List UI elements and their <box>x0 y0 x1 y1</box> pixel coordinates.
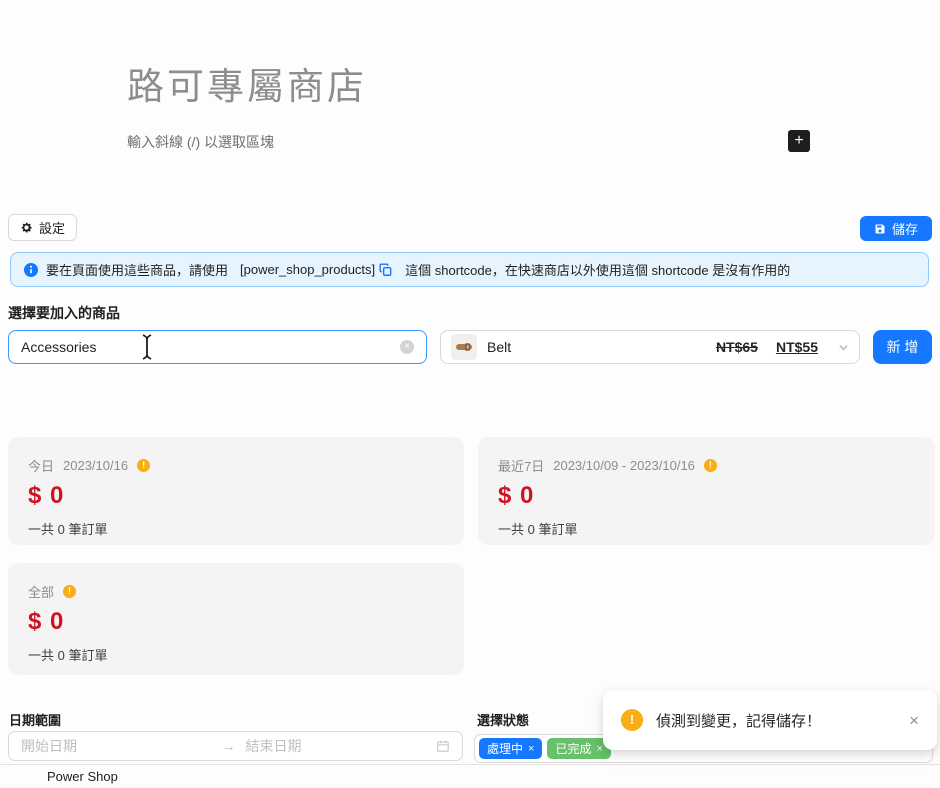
calendar-icon <box>436 739 450 753</box>
warning-icon[interactable]: ! <box>704 459 717 472</box>
stat-orders: 一共 0 筆訂單 <box>28 645 444 664</box>
stat-date: 2023/10/16 <box>63 458 128 473</box>
stat-label: 今日 <box>28 456 54 475</box>
stat-card-today: 今日 2023/10/16 ! $ 0 一共 0 筆訂單 <box>8 437 464 545</box>
save-label: 儲存 <box>892 219 918 238</box>
date-range-picker[interactable]: 開始日期 → 結束日期 <box>8 731 463 761</box>
stat-amount: $ 0 <box>28 482 444 510</box>
product-name: Belt <box>487 339 706 355</box>
stat-card-all: 全部 ! $ 0 一共 0 筆訂單 <box>8 563 464 675</box>
stat-amount: $ 0 <box>28 608 444 636</box>
stat-orders: 一共 0 筆訂單 <box>498 519 915 538</box>
stat-orders: 一共 0 筆訂單 <box>28 519 444 538</box>
status-filter-label: 選擇狀態 <box>477 710 529 729</box>
add-block-button[interactable]: + <box>788 130 810 152</box>
start-date-input[interactable]: 開始日期 <box>21 736 212 756</box>
settings-label: 設定 <box>39 218 65 237</box>
product-price-original: NT$65 <box>716 339 758 355</box>
status-tag-completed[interactable]: 已完成 × <box>547 738 610 759</box>
warning-icon[interactable]: ! <box>63 585 76 598</box>
stat-amount: $ 0 <box>498 482 915 510</box>
product-search-box[interactable]: × <box>8 330 427 364</box>
status-tag-label: 處理中 <box>487 740 523 757</box>
page-title[interactable]: 路可專屬商店 <box>127 56 367 110</box>
unsaved-changes-toast: ! 偵測到變更，記得儲存！ × <box>603 690 937 750</box>
stat-label: 全部 <box>28 582 54 601</box>
settings-button[interactable]: 設定 <box>8 214 77 241</box>
product-picker-label: 選擇要加入的商品 <box>8 303 120 323</box>
info-icon <box>24 263 38 277</box>
selected-product-dropdown[interactable]: Belt NT$65 NT$55 <box>440 330 860 364</box>
clear-search-icon[interactable]: × <box>400 340 414 354</box>
stat-date: 2023/10/09 - 2023/10/16 <box>553 458 695 473</box>
arrow-right-icon: → <box>222 738 236 754</box>
product-search-input[interactable] <box>21 339 400 355</box>
product-price-sale: NT$55 <box>776 339 818 355</box>
power-shop-editor-page: 路可專屬商店 輸入斜線 (/) 以選取區塊 + 設定 儲存 要在頁面使用這些商品… <box>0 0 940 788</box>
block-inserter-placeholder[interactable]: 輸入斜線 (/) 以選取區塊 <box>127 132 274 152</box>
footer-divider <box>0 764 940 765</box>
save-button[interactable]: 儲存 <box>860 216 932 241</box>
banner-text-after: 這個 shortcode，在快速商店以外使用這個 shortcode 是沒有作用… <box>405 260 790 279</box>
status-tag-label: 已完成 <box>555 740 591 757</box>
block-breadcrumb[interactable]: Power Shop <box>47 769 118 784</box>
close-icon[interactable]: × <box>909 712 919 729</box>
shortcode-info-banner: 要在頁面使用這些商品，請使用 [power_shop_products] 這個 … <box>10 252 929 287</box>
warning-icon: ! <box>621 709 643 731</box>
add-product-button[interactable]: 新 增 <box>873 330 932 364</box>
gear-icon <box>20 221 33 234</box>
banner-text-before: 要在頁面使用這些商品，請使用 <box>46 260 228 279</box>
copy-icon[interactable] <box>379 263 393 277</box>
date-range-label: 日期範圍 <box>9 710 61 729</box>
plus-icon: + <box>794 133 803 149</box>
toast-message: 偵測到變更，記得儲存！ <box>656 710 909 731</box>
stat-card-last7days: 最近7日 2023/10/09 - 2023/10/16 ! $ 0 一共 0 … <box>478 437 935 545</box>
product-thumbnail <box>451 334 477 360</box>
remove-tag-icon[interactable]: × <box>596 743 602 755</box>
remove-tag-icon[interactable]: × <box>528 743 534 755</box>
status-tag-processing[interactable]: 處理中 × <box>479 738 542 759</box>
end-date-input[interactable]: 結束日期 <box>246 736 437 756</box>
save-icon <box>874 223 886 235</box>
banner-shortcode: [power_shop_products] <box>240 262 375 277</box>
warning-icon[interactable]: ! <box>137 459 150 472</box>
chevron-down-icon <box>838 342 849 353</box>
stat-label: 最近7日 <box>498 456 544 475</box>
